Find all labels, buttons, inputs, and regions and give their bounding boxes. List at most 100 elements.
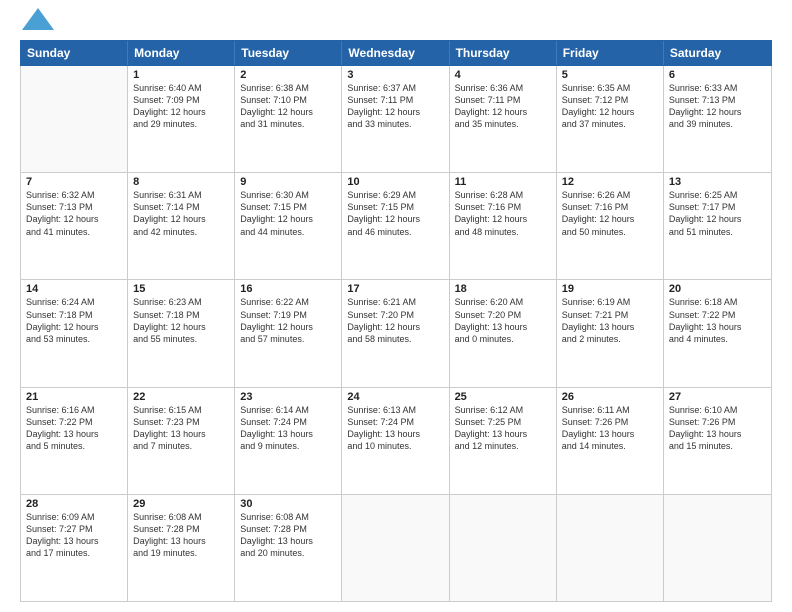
day-number: 14 — [26, 283, 122, 295]
calendar-header: SundayMondayTuesdayWednesdayThursdayFrid… — [20, 40, 772, 66]
day-number: 7 — [26, 176, 122, 188]
cal-cell-2-1: 15Sunrise: 6:23 AMSunset: 7:18 PMDayligh… — [128, 280, 235, 386]
cal-cell-0-6: 6Sunrise: 6:33 AMSunset: 7:13 PMDaylight… — [664, 66, 771, 172]
cal-cell-2-4: 18Sunrise: 6:20 AMSunset: 7:20 PMDayligh… — [450, 280, 557, 386]
cal-cell-1-2: 9Sunrise: 6:30 AMSunset: 7:15 PMDaylight… — [235, 173, 342, 279]
day-number: 18 — [455, 283, 551, 295]
cell-info: Sunrise: 6:09 AMSunset: 7:27 PMDaylight:… — [26, 511, 122, 560]
cell-info: Sunrise: 6:40 AMSunset: 7:09 PMDaylight:… — [133, 82, 229, 131]
cell-info: Sunrise: 6:25 AMSunset: 7:17 PMDaylight:… — [669, 189, 766, 238]
cell-info: Sunrise: 6:36 AMSunset: 7:11 PMDaylight:… — [455, 82, 551, 131]
day-number: 24 — [347, 391, 443, 403]
cell-info: Sunrise: 6:29 AMSunset: 7:15 PMDaylight:… — [347, 189, 443, 238]
cal-cell-1-1: 8Sunrise: 6:31 AMSunset: 7:14 PMDaylight… — [128, 173, 235, 279]
logo-icon — [22, 8, 54, 30]
week-row-3: 21Sunrise: 6:16 AMSunset: 7:22 PMDayligh… — [21, 388, 771, 495]
day-number: 3 — [347, 69, 443, 81]
logo — [20, 16, 54, 30]
day-number: 11 — [455, 176, 551, 188]
cell-info: Sunrise: 6:11 AMSunset: 7:26 PMDaylight:… — [562, 404, 658, 453]
cal-cell-4-3 — [342, 495, 449, 601]
day-number: 6 — [669, 69, 766, 81]
cal-cell-1-4: 11Sunrise: 6:28 AMSunset: 7:16 PMDayligh… — [450, 173, 557, 279]
cell-info: Sunrise: 6:37 AMSunset: 7:11 PMDaylight:… — [347, 82, 443, 131]
day-number: 28 — [26, 498, 122, 510]
day-number: 9 — [240, 176, 336, 188]
day-number: 20 — [669, 283, 766, 295]
cell-info: Sunrise: 6:13 AMSunset: 7:24 PMDaylight:… — [347, 404, 443, 453]
cell-info: Sunrise: 6:22 AMSunset: 7:19 PMDaylight:… — [240, 296, 336, 345]
cell-info: Sunrise: 6:32 AMSunset: 7:13 PMDaylight:… — [26, 189, 122, 238]
day-number: 17 — [347, 283, 443, 295]
cell-info: Sunrise: 6:16 AMSunset: 7:22 PMDaylight:… — [26, 404, 122, 453]
cell-info: Sunrise: 6:10 AMSunset: 7:26 PMDaylight:… — [669, 404, 766, 453]
cell-info: Sunrise: 6:20 AMSunset: 7:20 PMDaylight:… — [455, 296, 551, 345]
week-row-0: 1Sunrise: 6:40 AMSunset: 7:09 PMDaylight… — [21, 66, 771, 173]
cell-info: Sunrise: 6:35 AMSunset: 7:12 PMDaylight:… — [562, 82, 658, 131]
week-row-4: 28Sunrise: 6:09 AMSunset: 7:27 PMDayligh… — [21, 495, 771, 601]
day-number: 22 — [133, 391, 229, 403]
cal-cell-4-1: 29Sunrise: 6:08 AMSunset: 7:28 PMDayligh… — [128, 495, 235, 601]
weekday-header-wednesday: Wednesday — [342, 41, 449, 65]
cal-cell-0-4: 4Sunrise: 6:36 AMSunset: 7:11 PMDaylight… — [450, 66, 557, 172]
cell-info: Sunrise: 6:08 AMSunset: 7:28 PMDaylight:… — [240, 511, 336, 560]
cal-cell-3-4: 25Sunrise: 6:12 AMSunset: 7:25 PMDayligh… — [450, 388, 557, 494]
cell-info: Sunrise: 6:15 AMSunset: 7:23 PMDaylight:… — [133, 404, 229, 453]
day-number: 5 — [562, 69, 658, 81]
cal-cell-3-5: 26Sunrise: 6:11 AMSunset: 7:26 PMDayligh… — [557, 388, 664, 494]
cell-info: Sunrise: 6:12 AMSunset: 7:25 PMDaylight:… — [455, 404, 551, 453]
day-number: 12 — [562, 176, 658, 188]
header — [20, 16, 772, 30]
cell-info: Sunrise: 6:21 AMSunset: 7:20 PMDaylight:… — [347, 296, 443, 345]
cal-cell-1-6: 13Sunrise: 6:25 AMSunset: 7:17 PMDayligh… — [664, 173, 771, 279]
cell-info: Sunrise: 6:14 AMSunset: 7:24 PMDaylight:… — [240, 404, 336, 453]
cal-cell-3-2: 23Sunrise: 6:14 AMSunset: 7:24 PMDayligh… — [235, 388, 342, 494]
cell-info: Sunrise: 6:08 AMSunset: 7:28 PMDaylight:… — [133, 511, 229, 560]
cal-cell-3-1: 22Sunrise: 6:15 AMSunset: 7:23 PMDayligh… — [128, 388, 235, 494]
weekday-header-friday: Friday — [557, 41, 664, 65]
cell-info: Sunrise: 6:18 AMSunset: 7:22 PMDaylight:… — [669, 296, 766, 345]
day-number: 15 — [133, 283, 229, 295]
cal-cell-0-1: 1Sunrise: 6:40 AMSunset: 7:09 PMDaylight… — [128, 66, 235, 172]
cal-cell-2-6: 20Sunrise: 6:18 AMSunset: 7:22 PMDayligh… — [664, 280, 771, 386]
cal-cell-4-6 — [664, 495, 771, 601]
day-number: 21 — [26, 391, 122, 403]
cell-info: Sunrise: 6:33 AMSunset: 7:13 PMDaylight:… — [669, 82, 766, 131]
cell-info: Sunrise: 6:30 AMSunset: 7:15 PMDaylight:… — [240, 189, 336, 238]
cal-cell-4-2: 30Sunrise: 6:08 AMSunset: 7:28 PMDayligh… — [235, 495, 342, 601]
cal-cell-4-0: 28Sunrise: 6:09 AMSunset: 7:27 PMDayligh… — [21, 495, 128, 601]
cal-cell-0-0 — [21, 66, 128, 172]
cell-info: Sunrise: 6:31 AMSunset: 7:14 PMDaylight:… — [133, 189, 229, 238]
cal-cell-1-3: 10Sunrise: 6:29 AMSunset: 7:15 PMDayligh… — [342, 173, 449, 279]
cell-info: Sunrise: 6:38 AMSunset: 7:10 PMDaylight:… — [240, 82, 336, 131]
day-number: 29 — [133, 498, 229, 510]
page: SundayMondayTuesdayWednesdayThursdayFrid… — [0, 0, 792, 612]
cell-info: Sunrise: 6:26 AMSunset: 7:16 PMDaylight:… — [562, 189, 658, 238]
day-number: 30 — [240, 498, 336, 510]
day-number: 16 — [240, 283, 336, 295]
day-number: 4 — [455, 69, 551, 81]
weekday-header-thursday: Thursday — [450, 41, 557, 65]
cal-cell-3-6: 27Sunrise: 6:10 AMSunset: 7:26 PMDayligh… — [664, 388, 771, 494]
weekday-header-sunday: Sunday — [21, 41, 128, 65]
day-number: 10 — [347, 176, 443, 188]
cal-cell-2-5: 19Sunrise: 6:19 AMSunset: 7:21 PMDayligh… — [557, 280, 664, 386]
cal-cell-2-2: 16Sunrise: 6:22 AMSunset: 7:19 PMDayligh… — [235, 280, 342, 386]
cal-cell-2-0: 14Sunrise: 6:24 AMSunset: 7:18 PMDayligh… — [21, 280, 128, 386]
cal-cell-3-0: 21Sunrise: 6:16 AMSunset: 7:22 PMDayligh… — [21, 388, 128, 494]
cal-cell-2-3: 17Sunrise: 6:21 AMSunset: 7:20 PMDayligh… — [342, 280, 449, 386]
day-number: 13 — [669, 176, 766, 188]
week-row-1: 7Sunrise: 6:32 AMSunset: 7:13 PMDaylight… — [21, 173, 771, 280]
cal-cell-1-0: 7Sunrise: 6:32 AMSunset: 7:13 PMDaylight… — [21, 173, 128, 279]
calendar: SundayMondayTuesdayWednesdayThursdayFrid… — [20, 40, 772, 602]
cell-info: Sunrise: 6:24 AMSunset: 7:18 PMDaylight:… — [26, 296, 122, 345]
day-number: 26 — [562, 391, 658, 403]
calendar-body: 1Sunrise: 6:40 AMSunset: 7:09 PMDaylight… — [20, 66, 772, 602]
day-number: 25 — [455, 391, 551, 403]
cal-cell-4-4 — [450, 495, 557, 601]
day-number: 1 — [133, 69, 229, 81]
cal-cell-0-5: 5Sunrise: 6:35 AMSunset: 7:12 PMDaylight… — [557, 66, 664, 172]
day-number: 23 — [240, 391, 336, 403]
cal-cell-1-5: 12Sunrise: 6:26 AMSunset: 7:16 PMDayligh… — [557, 173, 664, 279]
day-number: 8 — [133, 176, 229, 188]
